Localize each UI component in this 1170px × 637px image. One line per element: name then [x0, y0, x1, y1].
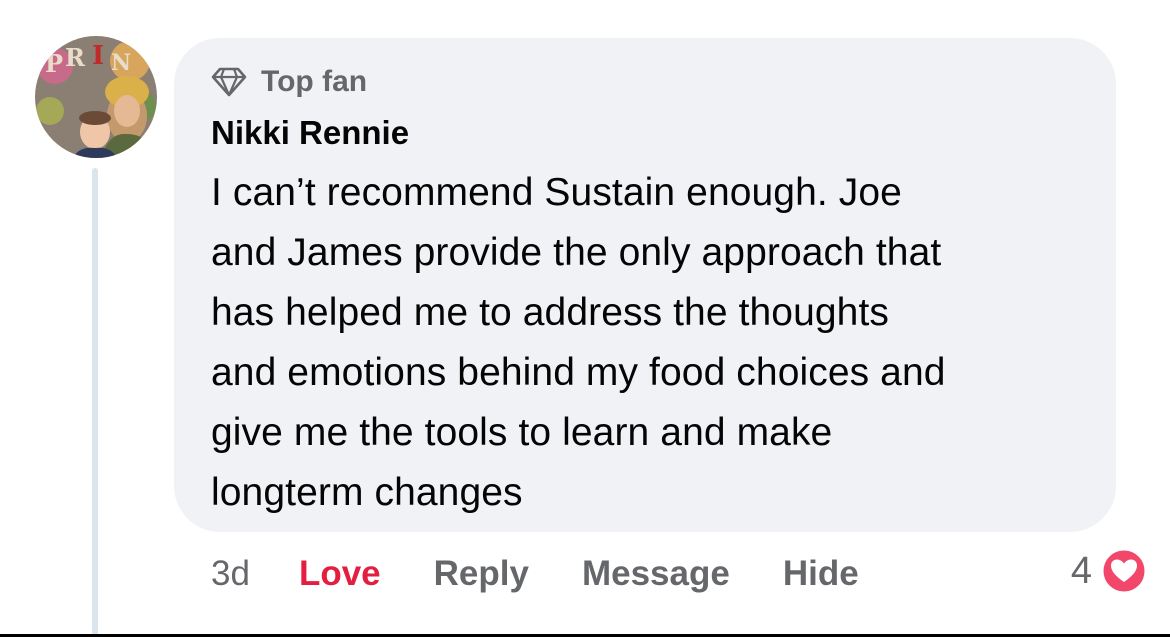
diamond-icon: [211, 67, 247, 97]
author-avatar[interactable]: P R I N: [35, 36, 157, 158]
svg-text:N: N: [111, 50, 131, 76]
comment-bubble: Top fan Nikki Rennie I can’t recommend S…: [174, 38, 1116, 532]
love-button[interactable]: Love: [299, 554, 381, 594]
reply-button[interactable]: Reply: [434, 554, 529, 594]
top-fan-badge: Top fan: [211, 62, 1080, 102]
svg-text:P: P: [45, 49, 63, 78]
comment-actions: 3d Love Reply Message Hide: [211, 550, 912, 598]
message-button[interactable]: Message: [582, 554, 730, 594]
svg-text:I: I: [92, 41, 104, 71]
heart-reaction-icon: [1100, 547, 1148, 595]
comment-timestamp[interactable]: 3d: [211, 554, 250, 594]
svg-text:R: R: [65, 43, 86, 72]
comment-text: I can’t recommend Sustain enough. Joe an…: [211, 171, 946, 514]
thread-line: [92, 168, 98, 637]
author-name[interactable]: Nikki Rennie: [211, 114, 1080, 152]
reaction-summary[interactable]: 4: [1071, 547, 1148, 595]
reaction-count: 4: [1070, 549, 1092, 592]
hide-button[interactable]: Hide: [783, 554, 859, 594]
badge-label: Top fan: [261, 65, 368, 98]
